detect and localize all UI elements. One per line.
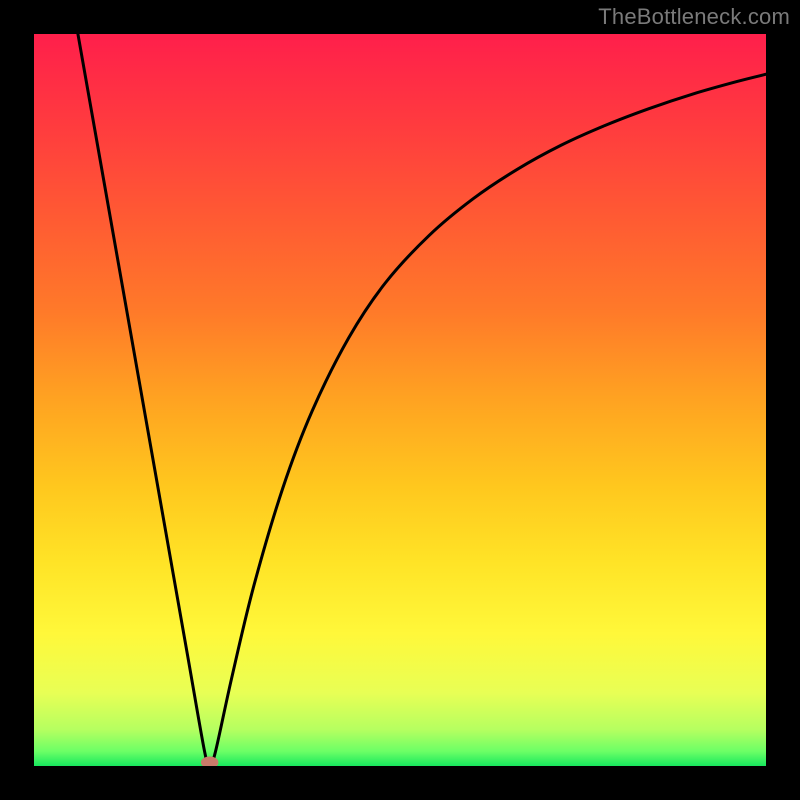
- chart-frame: TheBottleneck.com: [0, 0, 800, 800]
- watermark-label: TheBottleneck.com: [598, 4, 790, 30]
- chart-svg: [34, 34, 766, 766]
- chart-plot-area: [34, 34, 766, 766]
